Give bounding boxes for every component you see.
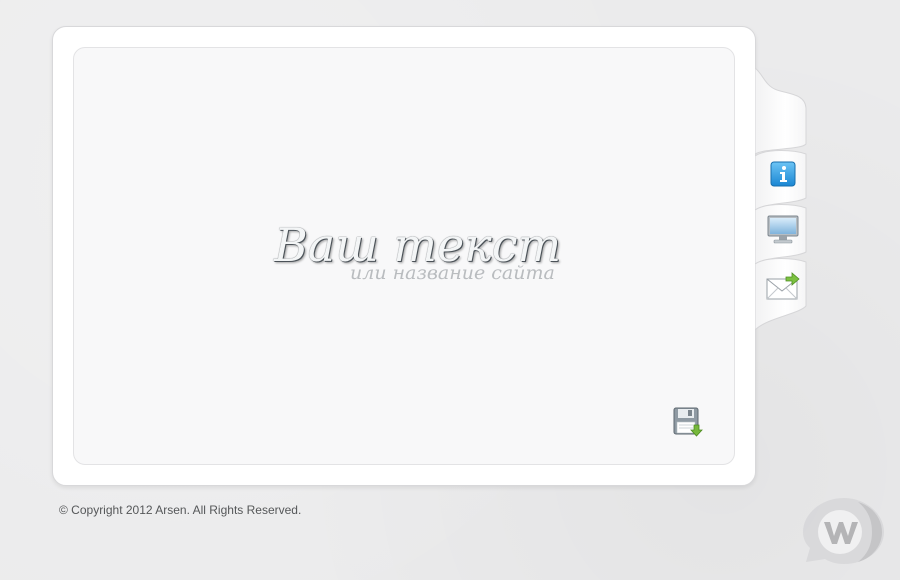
copyright-text: © Copyright 2012 Arsen. All Rights Reser… xyxy=(59,503,302,517)
save-icon xyxy=(673,407,703,437)
tab-portfolio[interactable] xyxy=(761,208,805,252)
save-button[interactable] xyxy=(672,406,704,438)
tab-contact[interactable] xyxy=(761,264,805,308)
side-tabs xyxy=(755,68,809,330)
info-icon xyxy=(770,161,796,187)
content-area: Ваш текст или название сайта xyxy=(73,47,735,465)
w-logo-icon xyxy=(803,498,884,564)
tab-info[interactable] xyxy=(761,152,805,196)
mail-icon xyxy=(766,272,800,300)
main-frame: Ваш текст или название сайта xyxy=(52,26,756,486)
site-subtitle: или название сайта xyxy=(350,262,555,284)
watermark-logo xyxy=(800,496,886,566)
monitor-icon xyxy=(767,215,799,244)
